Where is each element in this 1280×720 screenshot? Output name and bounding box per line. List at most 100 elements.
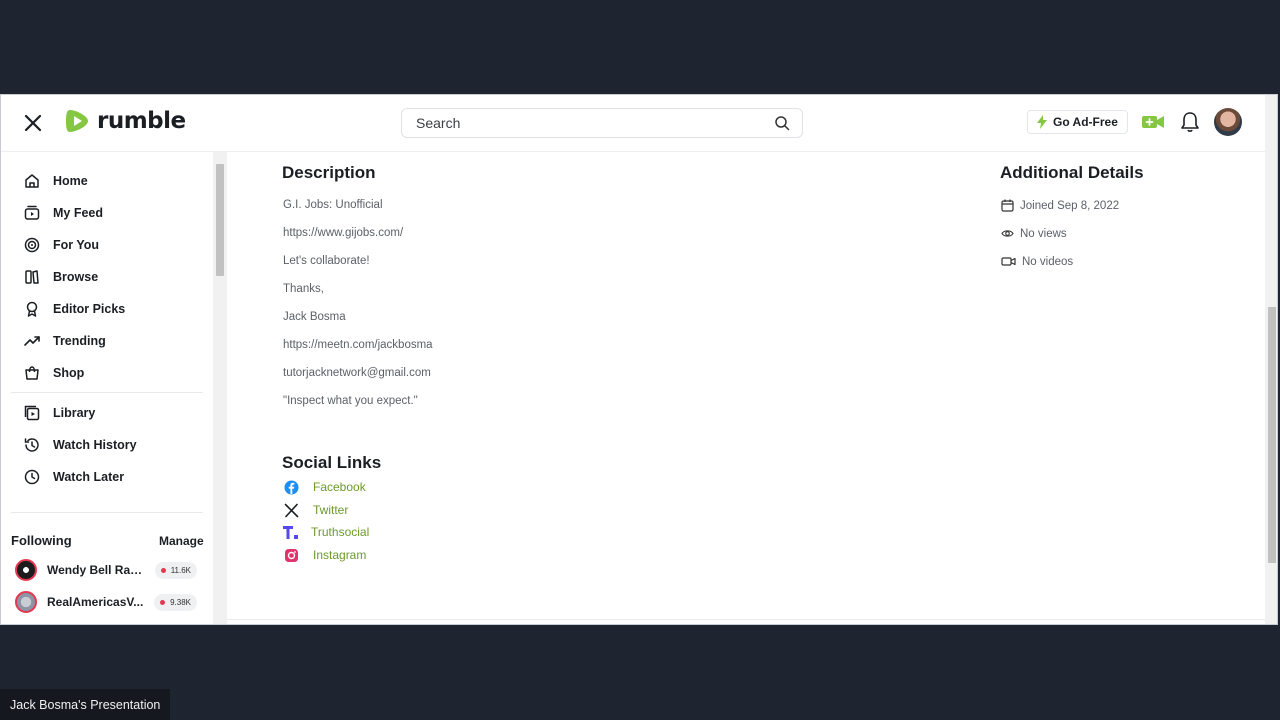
videos-count: No videos — [1022, 255, 1074, 268]
truthsocial-icon — [283, 524, 299, 540]
content-bottom-divider — [227, 619, 1265, 620]
live-viewer-badge: 9.38K — [154, 593, 197, 611]
sidebar-item-my-feed[interactable]: My Feed — [23, 201, 103, 225]
sidebar-item-label: Watch History — [53, 438, 137, 452]
views-row: No views — [1001, 227, 1067, 240]
presenter-label: Jack Bosma's Presentation — [0, 689, 171, 720]
sidebar-item-label: Home — [53, 174, 88, 188]
browser-window: rumble Go Ad-Free Home My Feed — [0, 94, 1278, 625]
joined-date-row: Joined Sep 8, 2022 — [1001, 199, 1119, 212]
description-line: tutorjacknetwork@gmail.com — [283, 367, 431, 379]
home-icon — [25, 174, 39, 188]
channel-avatar — [15, 591, 37, 613]
sidebar-item-label: Watch Later — [53, 470, 125, 484]
browse-icon — [25, 270, 39, 284]
sidebar-scrollbar[interactable] — [213, 152, 227, 624]
sidebar-item-label: For You — [53, 238, 100, 252]
description-line: https://www.gijobs.com/ — [283, 227, 404, 239]
social-link-facebook[interactable]: Facebook — [283, 479, 366, 495]
rumble-play-icon — [66, 110, 88, 132]
search-icon[interactable] — [774, 115, 790, 131]
social-link-label: Twitter — [313, 503, 349, 517]
following-channel-item[interactable]: RealAmericasV... 9.38K — [15, 590, 205, 614]
sidebar-item-editor-picks[interactable]: Editor Picks — [23, 297, 125, 321]
sidebar-item-label: Editor Picks — [53, 302, 126, 316]
go-ad-free-label: Go Ad-Free — [1053, 115, 1118, 129]
sidebar-item-home[interactable]: Home — [23, 169, 88, 193]
channel-name: RealAmericasV... — [47, 595, 144, 609]
joined-date: Joined Sep 8, 2022 — [1020, 199, 1120, 212]
sidebar-item-shop[interactable]: Shop — [23, 361, 84, 385]
manage-following-link[interactable]: Manage — [159, 534, 204, 548]
award-icon — [26, 301, 38, 317]
lightning-icon — [1037, 115, 1047, 129]
videos-row: No videos — [1001, 255, 1073, 268]
upload-video-icon[interactable] — [1141, 113, 1165, 131]
search-input[interactable] — [414, 114, 774, 132]
description-line: Thanks, — [283, 283, 324, 295]
search-box[interactable] — [401, 108, 803, 138]
live-viewer-badge: 11.6K — [154, 561, 197, 579]
sidebar-item-trending[interactable]: Trending — [23, 329, 106, 353]
calendar-icon — [1001, 199, 1014, 212]
notifications-bell-icon[interactable] — [1180, 111, 1200, 133]
facebook-icon — [283, 479, 299, 495]
page-scrollbar[interactable] — [1265, 95, 1277, 624]
social-link-label: Facebook — [313, 480, 366, 494]
library-icon — [24, 405, 40, 421]
main-content: Description G.I. Jobs: Unofficial https:… — [227, 152, 1265, 624]
social-link-instagram[interactable]: Instagram — [283, 547, 366, 563]
go-ad-free-button[interactable]: Go Ad-Free — [1027, 110, 1128, 134]
sidebar: Home My Feed For You Browse Editor Picks… — [1, 152, 213, 624]
user-avatar[interactable] — [1214, 108, 1242, 136]
sidebar-divider — [11, 392, 203, 393]
page-scrollbar-thumb[interactable] — [1268, 307, 1276, 563]
description-line: "Inspect what you expect." — [283, 395, 418, 407]
social-link-truthsocial[interactable]: Truthsocial — [283, 524, 369, 540]
close-icon[interactable] — [21, 111, 45, 135]
social-links-heading: Social Links — [282, 453, 382, 472]
clock-icon — [24, 469, 40, 485]
description-heading: Description — [282, 163, 376, 182]
social-link-label: Truthsocial — [311, 525, 370, 539]
sidebar-item-browse[interactable]: Browse — [23, 265, 98, 289]
target-icon — [24, 237, 40, 253]
sidebar-item-watch-later[interactable]: Watch Later — [23, 465, 124, 489]
viewer-count: 9.38K — [170, 597, 191, 607]
sidebar-item-library[interactable]: Library — [23, 401, 95, 425]
shop-icon — [25, 366, 39, 380]
logo-text: rumble — [97, 108, 186, 134]
description-line: G.I. Jobs: Unofficial — [283, 199, 383, 211]
sidebar-divider — [11, 512, 203, 513]
description-line: https://meetn.com/jackbosma — [283, 339, 433, 351]
following-channel-item[interactable]: Wendy Bell Radio 11.6K — [15, 558, 205, 582]
social-link-label: Instagram — [313, 548, 367, 562]
trending-icon — [24, 336, 40, 346]
channel-name: Wendy Bell Radio — [47, 563, 147, 577]
history-icon — [24, 438, 39, 452]
sidebar-item-label: Browse — [53, 270, 99, 284]
x-twitter-icon — [283, 502, 299, 518]
sidebar-item-watch-history[interactable]: Watch History — [23, 433, 137, 457]
social-link-twitter[interactable]: Twitter — [283, 502, 348, 518]
sidebar-item-label: Shop — [53, 366, 85, 380]
instagram-icon — [283, 547, 299, 563]
additional-details-heading: Additional Details — [1000, 163, 1144, 182]
eye-icon — [1001, 230, 1014, 237]
sidebar-item-label: Trending — [53, 334, 106, 348]
following-heading: Following — [11, 533, 72, 548]
video-camera-icon — [1001, 257, 1016, 266]
sidebar-item-for-you[interactable]: For You — [23, 233, 99, 257]
feed-icon — [24, 205, 40, 220]
description-line: Jack Bosma — [283, 311, 346, 323]
description-line: Let's collaborate! — [283, 255, 370, 267]
views-count: No views — [1020, 227, 1067, 240]
rumble-logo[interactable]: rumble — [65, 107, 186, 135]
top-bar: rumble Go Ad-Free — [1, 95, 1277, 152]
sidebar-item-label: My Feed — [53, 206, 104, 220]
live-dot-icon — [160, 567, 166, 573]
sidebar-scrollbar-thumb[interactable] — [216, 164, 224, 276]
sidebar-item-label: Library — [53, 406, 96, 420]
live-dot-icon — [160, 599, 166, 605]
viewer-count: 11.6K — [170, 565, 191, 575]
